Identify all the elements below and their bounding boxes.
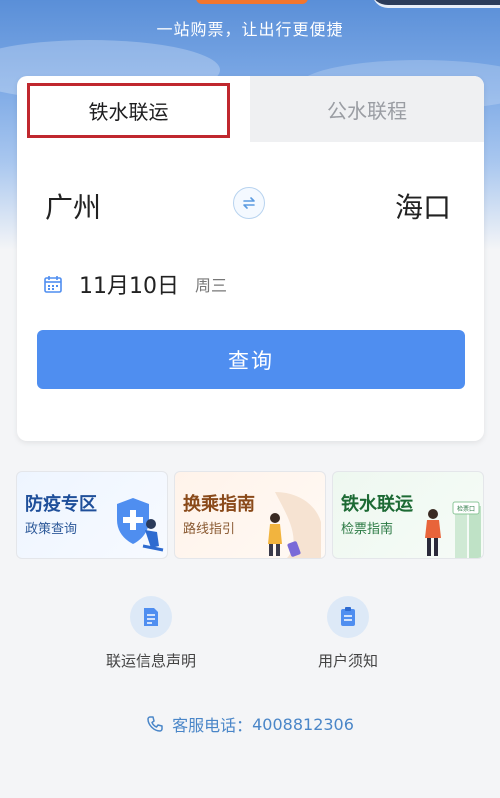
date-selector[interactable]: 11月10日 周三: [43, 269, 227, 299]
ticket-check-illustration: 检票口: [425, 501, 481, 558]
tile-subtitle: 检票指南: [341, 522, 394, 537]
phone-icon: [147, 716, 163, 732]
info-links: 联运信息声明 用户须知: [0, 596, 500, 676]
swap-icon: [243, 197, 255, 209]
checkin-badge: 检票口: [457, 505, 475, 513]
search-button[interactable]: 查询: [37, 330, 465, 389]
tab-bus-ferry[interactable]: 公水联程: [250, 76, 484, 142]
slogan: 一站购票，让出行更便捷: [156, 20, 344, 39]
tab-rail-ferry[interactable]: 铁水联运: [27, 83, 230, 138]
calendar-icon: [44, 276, 62, 293]
link-info-statement[interactable]: 联运信息声明: [71, 596, 231, 671]
customer-service-phone[interactable]: 客服电话： 4008812306: [0, 710, 500, 738]
arrival-city[interactable]: 海口: [395, 186, 451, 226]
phone-label: 客服电话：: [172, 716, 253, 735]
travel-date: 11月10日: [79, 274, 179, 299]
link-user-notice[interactable]: 用户须知: [268, 596, 428, 671]
travel-weekday: 周三: [195, 276, 228, 295]
tile-subtitle: 路线指引: [183, 522, 236, 537]
banner-corner-decoration: [372, 0, 500, 8]
departure-city[interactable]: 广州: [45, 186, 101, 226]
document-icon: [130, 596, 172, 638]
phone-number: 4008812306: [252, 714, 354, 734]
link-label: 联运信息声明: [105, 652, 196, 670]
shield-medical-illustration: [117, 498, 164, 552]
link-label: 用户须知: [317, 652, 378, 670]
tile-subtitle: 政策查询: [25, 522, 78, 537]
tile-epidemic-zone[interactable]: 防疫专区 政策查询: [16, 471, 168, 559]
tile-checkin-guide[interactable]: 铁水联运 检票指南 检票口: [332, 471, 484, 559]
traveler-luggage-illustration: [268, 492, 321, 558]
service-tiles: 防疫专区 政策查询 换乘指南 路线指引 铁水联运 检票指南 检票口: [16, 471, 484, 559]
swap-cities-button[interactable]: [233, 187, 265, 219]
banner-accent: [196, 0, 308, 4]
booking-card: 公水联程 铁水联运 广州 海口 11月10日 周三 查询: [17, 76, 484, 441]
tile-transfer-guide[interactable]: 换乘指南 路线指引: [174, 471, 326, 559]
notice-icon: [327, 596, 369, 638]
